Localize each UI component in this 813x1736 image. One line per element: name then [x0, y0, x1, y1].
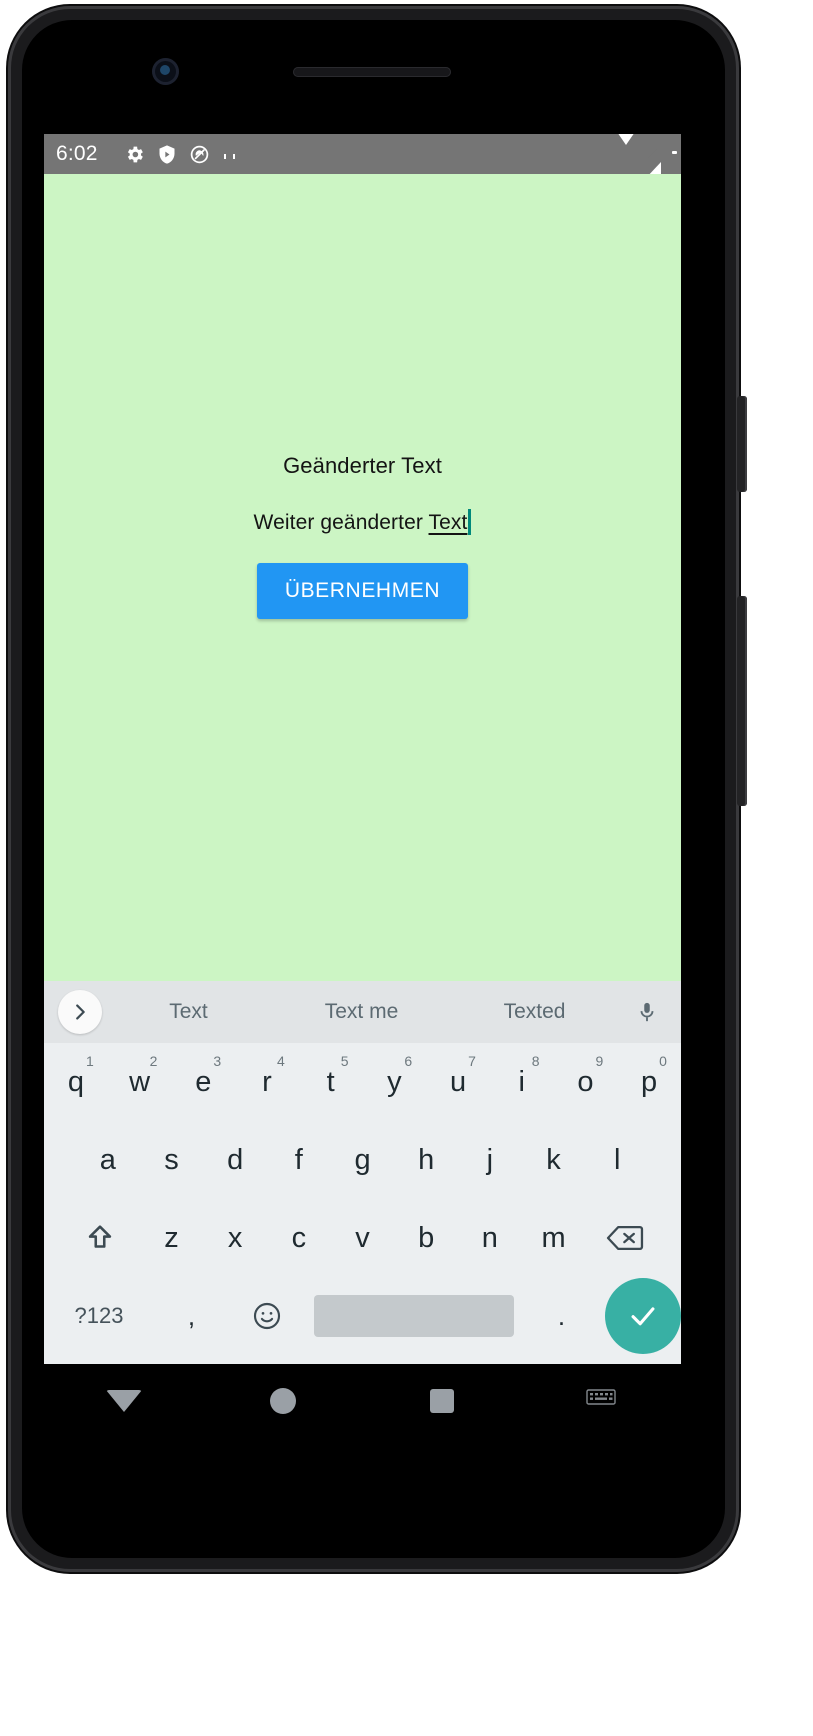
key-k[interactable]: k [522, 1125, 586, 1195]
period-key[interactable]: . [524, 1281, 599, 1351]
suggestion-item-2[interactable]: Text me [275, 1000, 448, 1024]
key-l[interactable]: l [585, 1125, 649, 1195]
key-e-number: 3 [213, 1053, 222, 1069]
recents-square-icon [430, 1389, 455, 1413]
text-cursor [468, 508, 472, 535]
volume-button[interactable] [737, 596, 747, 806]
navigation-bar [44, 1364, 681, 1438]
gear-icon [124, 144, 145, 165]
key-q-label: q [67, 1065, 84, 1098]
key-e[interactable]: 3e [171, 1047, 235, 1117]
backspace-delete-icon[interactable] [585, 1203, 665, 1273]
keyboard-row-2: a s d f g h j k l [44, 1121, 681, 1199]
space-key[interactable] [314, 1295, 514, 1337]
shift-up-arrow-icon[interactable] [60, 1203, 140, 1273]
nav-home-button[interactable] [203, 1388, 362, 1414]
key-y-label: y [387, 1065, 402, 1098]
key-b[interactable]: b [394, 1203, 458, 1273]
key-x[interactable]: x [203, 1203, 267, 1273]
key-o-number: 9 [595, 1053, 604, 1069]
soft-keyboard: Text Text me Texted 1q 2w 3e 4r 5t 6 y 7… [44, 981, 681, 1364]
key-p-label: p [641, 1065, 658, 1098]
shield-play-icon [157, 144, 177, 165]
back-down-arrow-icon [105, 1390, 142, 1412]
key-w-number: 2 [149, 1053, 158, 1069]
key-c[interactable]: c [267, 1203, 331, 1273]
key-t[interactable]: 5t [299, 1047, 363, 1117]
app-centered-block: Geänderter Text Weiter geänderter Text Ü… [254, 453, 472, 619]
power-button[interactable] [737, 396, 747, 492]
key-t-number: 5 [340, 1053, 349, 1069]
key-y-number: 6 [404, 1053, 413, 1069]
text-input-prefix: Weiter geänderter [253, 510, 429, 534]
key-v[interactable]: v [331, 1203, 395, 1273]
key-o[interactable]: 9o [554, 1047, 618, 1117]
key-g[interactable]: g [331, 1125, 395, 1195]
microphone-icon[interactable] [621, 999, 673, 1025]
key-u-number: 7 [468, 1053, 476, 1069]
checkmark-icon[interactable] [605, 1278, 681, 1354]
key-q-number: 1 [85, 1053, 94, 1069]
chevron-right-icon[interactable] [58, 990, 102, 1034]
key-r-label: r [262, 1065, 272, 1098]
suggestion-bar: Text Text me Texted [44, 981, 681, 1043]
home-circle-icon [269, 1388, 296, 1414]
key-w[interactable]: 2w [108, 1047, 172, 1117]
nav-back-button[interactable] [44, 1390, 203, 1412]
key-h[interactable]: h [394, 1125, 458, 1195]
key-i-number: 8 [531, 1053, 540, 1069]
key-q[interactable]: 1q [44, 1047, 108, 1117]
phone-display: 6:02 Geänderter Text Weiter geänderter T… [44, 134, 681, 1364]
key-i[interactable]: 8i [490, 1047, 554, 1117]
status-bar: 6:02 [44, 134, 681, 179]
keyboard-row-1: 1q 2w 3e 4r 5t 6y 7u 8i 9o 0p [44, 1043, 681, 1121]
keyboard-row-3: z x c v b n m [44, 1199, 681, 1277]
page-title: Geänderter Text [283, 452, 442, 478]
key-o-label: o [577, 1065, 594, 1098]
status-bar-left: 6:02 [56, 142, 615, 166]
key-w-label: w [129, 1065, 151, 1098]
front-camera [152, 58, 179, 85]
keyboard-row-4: ?123 , . [44, 1277, 681, 1355]
suggestion-item-3[interactable]: Texted [448, 1000, 621, 1024]
text-input-field[interactable]: Weiter geänderter Text [253, 508, 472, 535]
app-content: Geänderter Text Weiter geänderter Text Ü… [44, 174, 681, 981]
key-r[interactable]: 4r [235, 1047, 299, 1117]
nav-recents-button[interactable] [363, 1389, 522, 1413]
suggestion-item-1[interactable]: Text [102, 1000, 275, 1024]
key-e-label: e [195, 1065, 212, 1098]
symbols-key[interactable]: ?123 [44, 1281, 154, 1351]
apply-button[interactable]: ÜBERNEHMEN [256, 562, 469, 619]
key-d[interactable]: d [203, 1125, 267, 1195]
key-y[interactable]: 6y [363, 1047, 427, 1117]
status-time: 6:02 [56, 142, 98, 165]
key-t-label: t [326, 1065, 335, 1098]
hide-keyboard-icon [586, 1388, 617, 1415]
key-m[interactable]: m [522, 1203, 586, 1273]
adblock-icon [189, 144, 210, 165]
key-s[interactable]: s [140, 1125, 204, 1195]
key-p[interactable]: 0p [617, 1047, 681, 1117]
earpiece-speaker [293, 67, 451, 77]
key-r-number: 4 [277, 1053, 285, 1069]
smiley-face-icon[interactable] [229, 1281, 304, 1351]
key-a[interactable]: a [76, 1125, 140, 1195]
key-j[interactable]: j [458, 1125, 522, 1195]
key-u-label: u [449, 1065, 467, 1098]
key-i-label: i [518, 1065, 525, 1098]
key-u[interactable]: 7u [426, 1047, 490, 1117]
comma-key[interactable]: , [154, 1281, 229, 1351]
nav-hide-keyboard-button[interactable] [522, 1388, 681, 1415]
key-p-number: 0 [659, 1053, 667, 1069]
text-input-composing: Text [428, 510, 468, 534]
key-z[interactable]: z [140, 1203, 204, 1273]
key-f[interactable]: f [267, 1125, 331, 1195]
screenshot-stage: 6:02 Geänderter Text Weiter geänderter T… [0, 0, 813, 1736]
key-n[interactable]: n [458, 1203, 522, 1273]
suggestion-list: Text Text me Texted [102, 981, 621, 1043]
